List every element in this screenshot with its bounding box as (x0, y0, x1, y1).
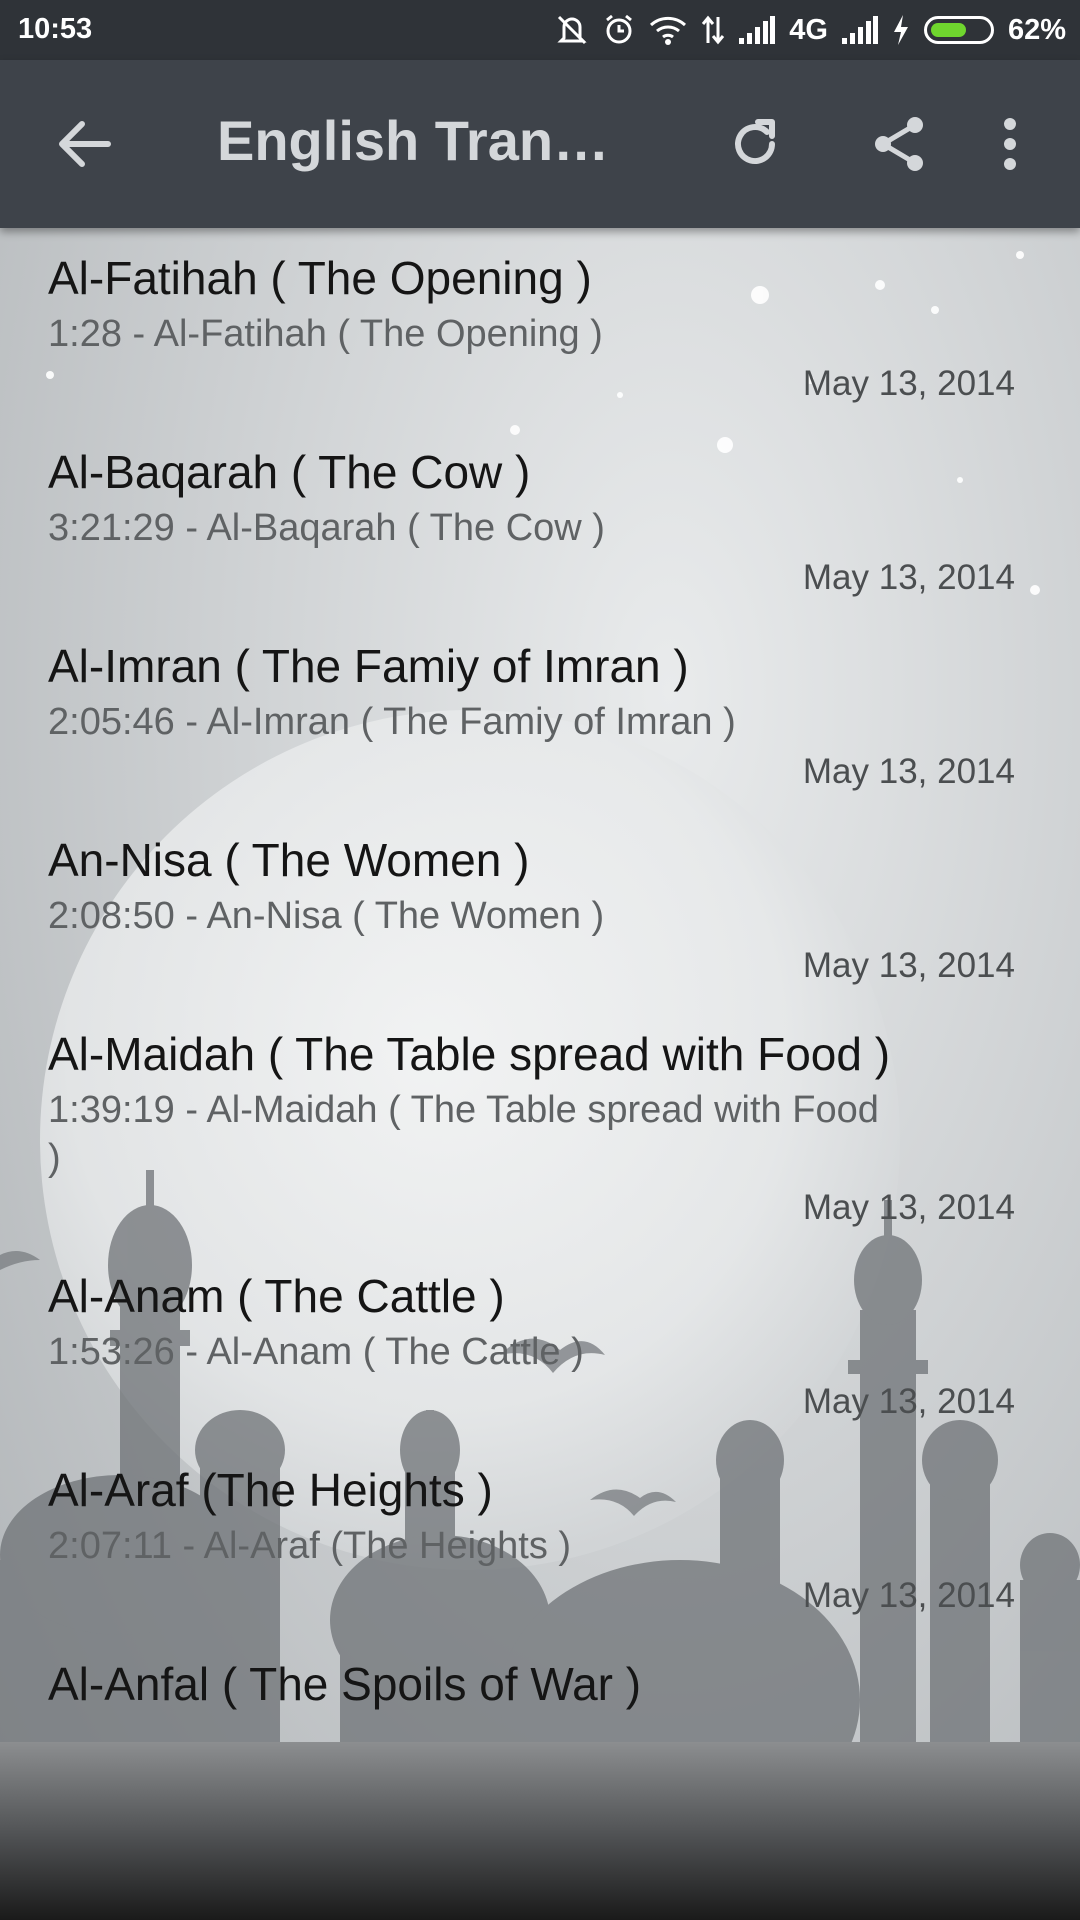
signal-icon (841, 16, 878, 44)
list-item[interactable]: Al-Imran ( The Famiy of Imran ) 2:05:46 … (0, 616, 1080, 810)
item-subtitle: 2:05:46 - Al-Imran ( The Famiy of Imran … (48, 701, 736, 743)
list-item[interactable]: Al-Baqarah ( The Cow ) 3:21:29 - Al-Baqa… (0, 422, 1080, 616)
status-icons: 4G 62% (555, 0, 1066, 60)
item-title: Al-Anfal ( The Spoils of War ) (48, 1658, 642, 1710)
page-title: English Transl... (217, 109, 637, 172)
list-item[interactable]: Al-Fatihah ( The Opening ) 1:28 - Al-Fat… (0, 228, 1080, 422)
refresh-button[interactable] (710, 60, 800, 228)
item-subtitle: 2:07:11 - Al-Araf (The Heights ) (48, 1525, 572, 1567)
status-bar: 10:53 4G 62% (0, 0, 1080, 60)
item-date: May 13, 2014 (802, 752, 1015, 791)
battery-icon (923, 16, 994, 44)
share-button[interactable] (855, 60, 945, 228)
list-item[interactable]: Al-Araf (The Heights ) 2:07:11 - Al-Araf… (0, 1440, 1080, 1634)
data-arrows-icon (701, 15, 725, 45)
bottom-shade (0, 1742, 1080, 1920)
item-title: An-Nisa ( The Women ) (48, 834, 530, 886)
list-item[interactable]: An-Nisa ( The Women ) 2:08:50 - An-Nisa … (0, 810, 1080, 1004)
item-date: May 13, 2014 (802, 1382, 1015, 1421)
list-item[interactable]: Al-Anfal ( The Spoils of War ) (0, 1634, 1080, 1712)
item-subtitle: 1:39:19 - Al-Maidah ( The Table spread w… (48, 1089, 879, 1179)
arrow-left-icon (59, 121, 111, 167)
overflow-menu-button[interactable] (980, 60, 1040, 228)
track-list: Al-Fatihah ( The Opening ) 1:28 - Al-Fat… (0, 228, 1080, 1712)
charging-icon (892, 15, 910, 45)
more-vert-icon (1004, 118, 1016, 170)
item-title: Al-Anam ( The Cattle ) (48, 1270, 505, 1322)
item-title: Al-Fatihah ( The Opening ) (48, 252, 592, 304)
signal-icon (739, 16, 776, 44)
item-title: Al-Baqarah ( The Cow ) (48, 446, 531, 498)
item-date: May 13, 2014 (802, 946, 1015, 985)
app-toolbar: English Transl... (0, 60, 1080, 228)
mute-icon (555, 14, 589, 46)
item-date: May 13, 2014 (802, 1188, 1015, 1227)
item-title: Al-Maidah ( The Table spread with Food ) (48, 1028, 891, 1080)
item-date: May 13, 2014 (802, 1576, 1015, 1615)
refresh-icon (735, 119, 775, 165)
item-subtitle: 2:08:50 - An-Nisa ( The Women ) (48, 895, 605, 937)
back-button[interactable] (40, 60, 130, 228)
screen: 10:53 4G 62% English Transl... Al-Fatiha… (0, 0, 1080, 1920)
share-icon (875, 117, 923, 171)
status-time: 10:53 (18, 13, 93, 45)
item-subtitle: 3:21:29 - Al-Baqarah ( The Cow ) (48, 507, 605, 549)
item-date: May 13, 2014 (802, 364, 1015, 403)
alarm-icon (603, 14, 635, 46)
item-date: May 13, 2014 (802, 558, 1015, 597)
battery-level-fill (930, 23, 966, 37)
item-subtitle: 1:53:26 - Al-Anam ( The Cattle ) (48, 1331, 584, 1373)
item-subtitle: 1:28 - Al-Fatihah ( The Opening ) (48, 313, 603, 355)
wifi-icon (649, 15, 687, 45)
battery-percent: 62% (1007, 13, 1066, 46)
item-title: Al-Imran ( The Famiy of Imran ) (48, 640, 689, 692)
list-item[interactable]: Al-Anam ( The Cattle ) 1:53:26 - Al-Anam… (0, 1246, 1080, 1440)
item-title: Al-Araf (The Heights ) (48, 1464, 493, 1516)
list-item[interactable]: Al-Maidah ( The Table spread with Food )… (0, 1004, 1080, 1246)
network-type-label: 4G (789, 13, 828, 46)
